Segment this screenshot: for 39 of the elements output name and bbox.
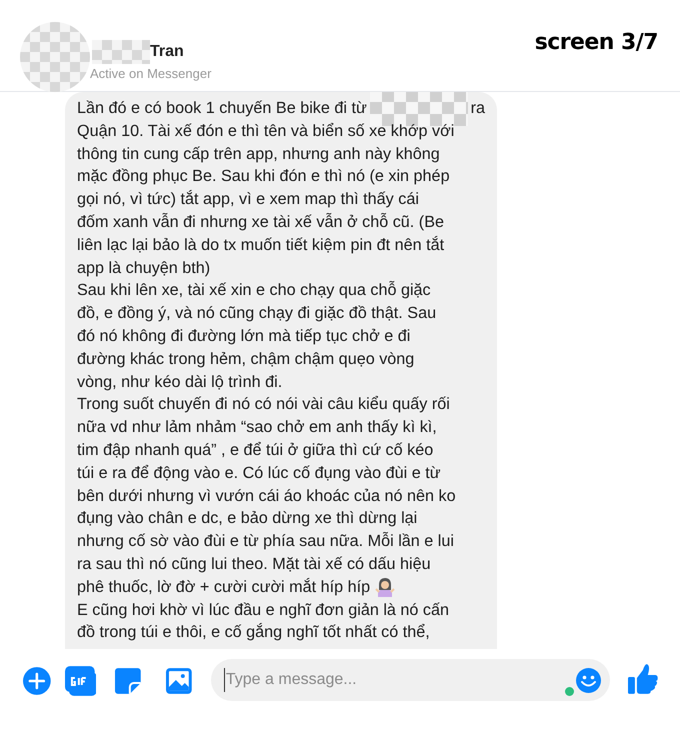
redaction-block — [92, 40, 150, 64]
sticker-icon[interactable] — [114, 667, 142, 695]
message-text: đồ, e đồng ý, và nó cũng chạy đi giặc đồ thật. Sau — [77, 304, 436, 322]
message-text: tim đập nhanh quá” , e để túi ở giữa thì cứ cố kéo — [77, 440, 434, 459]
message-text: túi e ra để động vào e. Có lúc cố đụng vào đùi e từ — [77, 464, 441, 482]
message-text: thông tin cung cấp trên app, nhưng anh này không — [77, 144, 440, 163]
active-status: Active on Messenger — [90, 65, 212, 83]
message-text: đụng vào chân e dc, e bảo dừng xe thì dừng lại — [77, 509, 418, 528]
message-text: đốm xanh vẫn đi nhưng xe tài xế vẫn ở chỗ cũ. (Be — [77, 212, 444, 231]
message-field[interactable]: Type a message... — [210, 659, 610, 701]
message-text: Quận 10. Tài xế đón e thì tên và biển số xe khớp với — [77, 122, 454, 140]
gif-icon[interactable] — [64, 666, 96, 696]
message-text: E cũng hơi khờ vì lúc đầu e nghĩ đơn giản là nó cấn — [77, 600, 450, 619]
message-text: nữa vd như lảm nhảm “sao chở em anh thấy kì kì, — [77, 418, 437, 436]
message-text: đường khác trong hẻm, chậm chậm quẹo vòng — [77, 350, 414, 368]
online-dot-icon — [565, 687, 574, 696]
message-text: ra — [470, 98, 485, 119]
screen-label: screen 3/7 — [534, 29, 658, 57]
message-text: Lần đó e có book 1 chuyến Be bike đi từ — [77, 98, 367, 119]
message-input[interactable]: Type a message... — [224, 668, 566, 692]
plus-icon[interactable] — [22, 666, 52, 696]
contact-name: Tran — [150, 42, 184, 62]
message-text: nhưng cố sờ vào đùi e từ phía sau nữa. Mỗi lần e lui — [77, 532, 454, 550]
message-text: đồ trong túi e thôi, e cố gắng nghĩ tốt nhất có thể, — [77, 623, 430, 642]
message-text: app là chuyện bth) — [77, 258, 210, 277]
message-text: vòng, như kéo dài lộ trình đi. — [77, 372, 282, 391]
message-text: mặc đồng phục Be. Sau khi đón e thì nó (e xin phép — [77, 167, 450, 186]
message-text: liên lạc lại bảo là do tx muốn tiết kiệm pin đt nên tắt — [77, 236, 444, 254]
message-text: bên dưới nhưng vì vướn cái áo khoác của nó nên ko — [77, 486, 456, 505]
message-text: Sau khi lên xe, tài xế xin e cho chạy qua chỗ giặc — [77, 281, 431, 300]
image-icon[interactable] — [165, 667, 193, 695]
emoji-icon[interactable] — [575, 666, 602, 694]
message-text: gọi nó, vì tức) tắt app, vì e xem map thì thấy cái — [77, 190, 419, 208]
message-text: Trong suốt chuyến đi nó có nói vài câu kiểu quấy rối — [77, 395, 450, 414]
message-text: phê thuốc, lờ đờ + cười cười mắt híp híp — [77, 576, 370, 598]
message-text: ra sau thì nó cũng lui theo. Mặt tài xế có dấu hiệu — [77, 554, 431, 573]
message-text: đó nó không đi đường lớn mà tiếp tục chở e đi — [77, 326, 410, 345]
shrugging-person-icon — [375, 577, 396, 598]
thumbs-up-icon[interactable] — [628, 663, 658, 695]
